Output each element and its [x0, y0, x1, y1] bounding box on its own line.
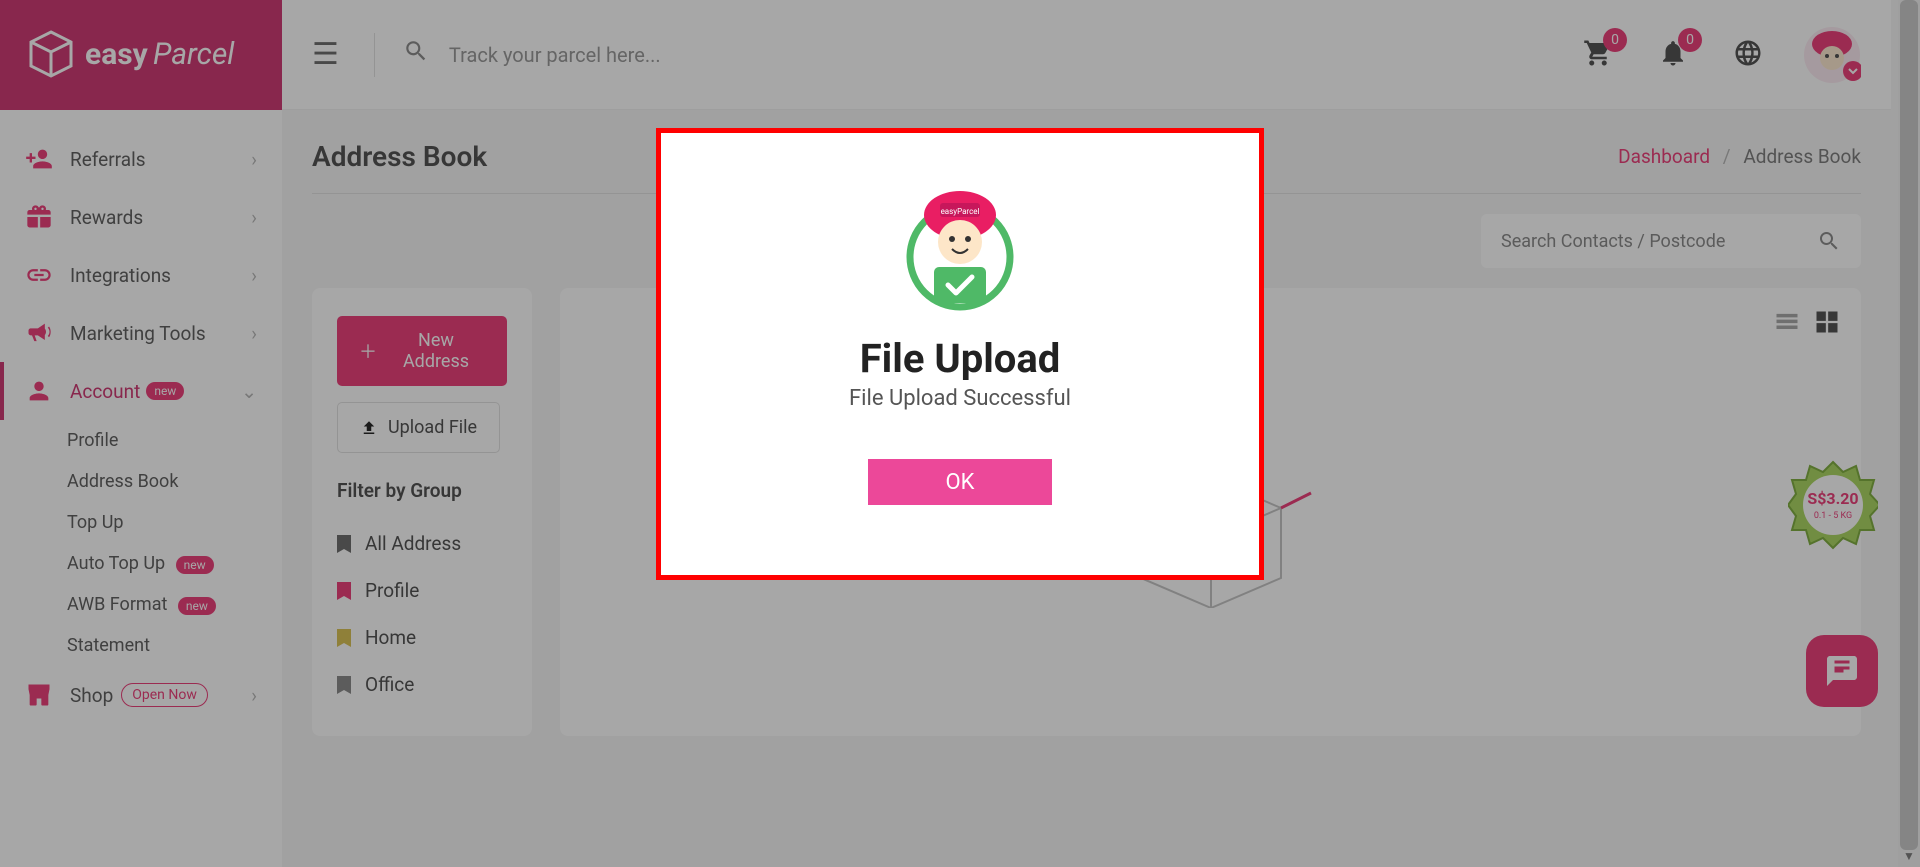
mascot-icon: easyParcel	[900, 187, 1020, 317]
modal-ok-button[interactable]: OK	[868, 459, 1052, 505]
upload-success-modal: easyParcel File Upload File Upload Succe…	[656, 128, 1264, 580]
modal-title: File Upload	[860, 335, 1061, 382]
modal-subtitle: File Upload Successful	[849, 386, 1071, 411]
svg-text:easyParcel: easyParcel	[941, 207, 980, 216]
